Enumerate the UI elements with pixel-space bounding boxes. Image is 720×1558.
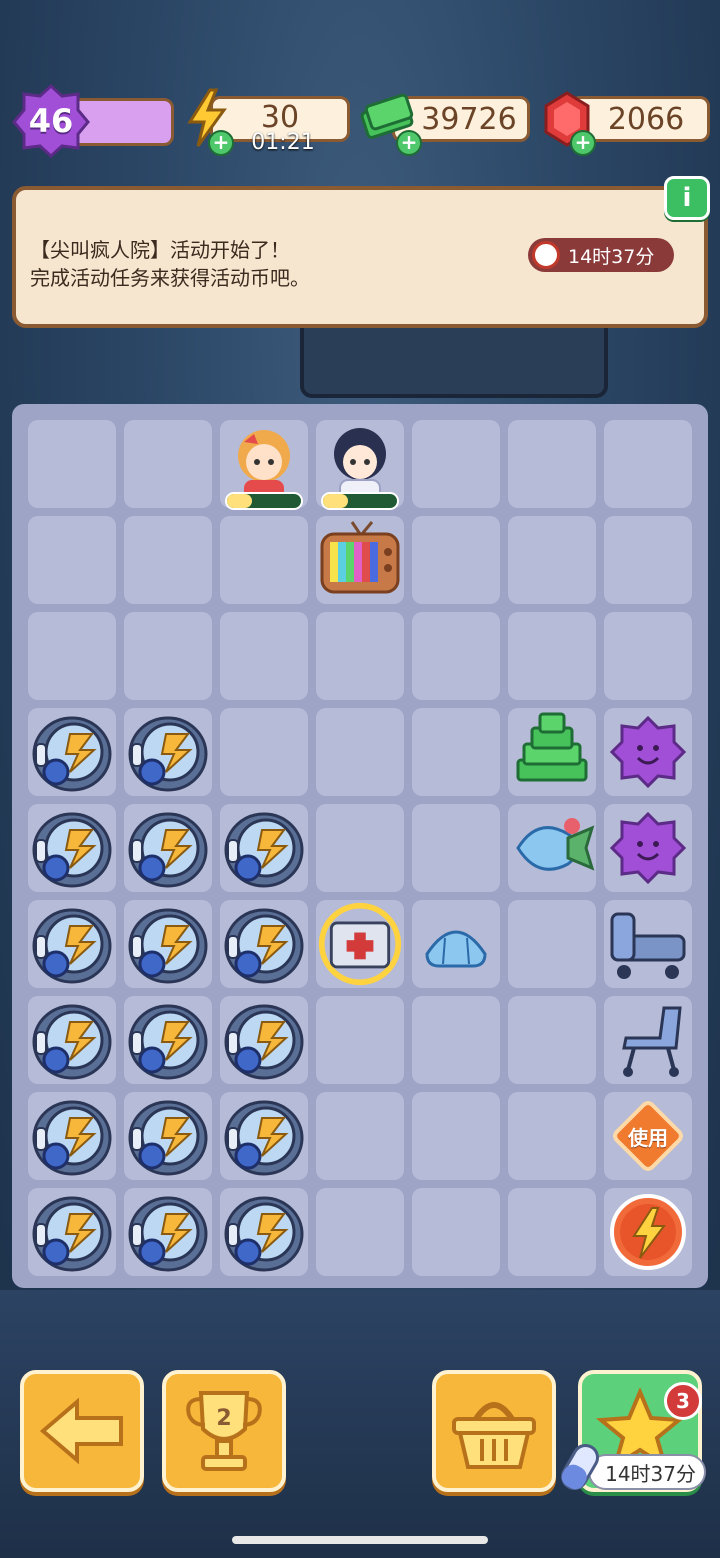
board-cell[interactable] <box>412 1092 500 1180</box>
energy-generator-icon[interactable] <box>124 900 212 988</box>
board-cell[interactable] <box>220 612 308 700</box>
trophy-icon <box>186 1391 262 1471</box>
bottom-timer-text: 14时37分 <box>605 1461 696 1486</box>
energy-generator-icon[interactable] <box>28 900 116 988</box>
character-progress-bar <box>225 492 303 510</box>
purple-star-icon[interactable] <box>604 804 692 892</box>
character-progress-bar <box>321 492 399 510</box>
board-cell[interactable] <box>604 516 692 604</box>
energy-generator-icon[interactable] <box>28 996 116 1084</box>
board-cell[interactable] <box>412 708 500 796</box>
board-cell[interactable] <box>28 420 116 508</box>
board-cell[interactable] <box>508 996 596 1084</box>
board-cell[interactable] <box>508 420 596 508</box>
back-arrow-icon <box>39 1397 123 1465</box>
board-cell[interactable] <box>220 708 308 796</box>
board-cell[interactable] <box>124 612 212 700</box>
cash-value: 39726 <box>421 101 517 137</box>
hospital-bed-icon[interactable] <box>604 900 692 988</box>
board-cell[interactable] <box>28 516 116 604</box>
add-energy-button[interactable]: + <box>208 130 234 156</box>
board-cell[interactable] <box>124 420 212 508</box>
tv-icon[interactable] <box>316 516 404 604</box>
board-cell[interactable] <box>508 612 596 700</box>
add-gems-button[interactable]: + <box>570 130 596 156</box>
board-cell[interactable] <box>316 996 404 1084</box>
purple-star-icon[interactable] <box>604 708 692 796</box>
energy-generator-icon[interactable] <box>124 708 212 796</box>
fish-icon[interactable] <box>508 804 596 892</box>
pill-capsule-icon <box>561 1443 599 1491</box>
merge-board: 使用 <box>12 404 708 1288</box>
board-cell[interactable] <box>412 420 500 508</box>
board-cell[interactable] <box>508 1188 596 1276</box>
use-token-label: 使用 <box>628 1125 668 1150</box>
energy-generator-icon[interactable] <box>28 708 116 796</box>
board-cell[interactable] <box>316 612 404 700</box>
event-banner-title: 【尖叫疯人院】活动开始了！ <box>30 238 290 262</box>
wheelchair-icon[interactable] <box>604 996 692 1084</box>
energy-generator-icon[interactable] <box>124 996 212 1084</box>
energy-generator-icon[interactable] <box>220 804 308 892</box>
add-cash-button[interactable]: + <box>396 130 422 156</box>
energy-generator-icon[interactable] <box>124 804 212 892</box>
energy-orb-icon[interactable] <box>604 1188 692 1276</box>
info-button[interactable]: i <box>664 176 710 220</box>
board-cell[interactable] <box>124 516 212 604</box>
back-button[interactable] <box>20 1370 144 1492</box>
board-cell[interactable] <box>412 804 500 892</box>
board-cell[interactable] <box>604 420 692 508</box>
energy-generator-icon[interactable] <box>124 1188 212 1276</box>
event-timer-text: 14时37分 <box>568 245 655 268</box>
trophy-number: 2 <box>216 1406 232 1431</box>
energy-timer: 01:21 <box>251 130 315 155</box>
shell-icon[interactable] <box>412 900 500 988</box>
use-token-icon[interactable]: 使用 <box>604 1092 692 1180</box>
board-cell[interactable] <box>220 516 308 604</box>
energy-generator-icon[interactable] <box>124 1092 212 1180</box>
basket-icon <box>452 1402 536 1469</box>
energy-generator-icon[interactable] <box>28 804 116 892</box>
board-cell[interactable] <box>28 612 116 700</box>
board-cell[interactable] <box>412 612 500 700</box>
event-timer-pill: 14时37分 <box>528 238 674 272</box>
board-cell[interactable] <box>604 612 692 700</box>
event-banner-description: 完成活动任务来获得活动币吧。 <box>30 266 310 290</box>
board-cell[interactable] <box>412 516 500 604</box>
character-progress-fill <box>323 494 349 508</box>
medical-box-icon[interactable] <box>316 900 404 988</box>
cash-stack-icon[interactable] <box>508 708 596 796</box>
shop-basket-button[interactable] <box>432 1370 556 1492</box>
level-number: 46 <box>28 102 74 140</box>
home-indicator[interactable] <box>232 1536 488 1544</box>
board-cell[interactable] <box>316 708 404 796</box>
trophy-button[interactable] <box>162 1370 286 1492</box>
energy-generator-icon[interactable] <box>220 1188 308 1276</box>
notification-badge: 3 <box>664 1382 702 1420</box>
board-cell[interactable] <box>508 1092 596 1180</box>
energy-generator-icon[interactable] <box>220 996 308 1084</box>
character-progress-fill <box>227 494 253 508</box>
board-cell[interactable] <box>316 1092 404 1180</box>
energy-generator-icon[interactable] <box>220 900 308 988</box>
board-cell[interactable] <box>508 516 596 604</box>
board-cell[interactable] <box>412 1188 500 1276</box>
event-banner: 【尖叫疯人院】活动开始了！ 完成活动任务来获得活动币吧。 14时37分 <box>12 186 708 328</box>
energy-generator-icon[interactable] <box>28 1188 116 1276</box>
board-cell[interactable] <box>508 900 596 988</box>
energy-generator-icon[interactable] <box>28 1092 116 1180</box>
board-cell[interactable] <box>316 1188 404 1276</box>
gem-value: 2066 <box>607 101 685 137</box>
clock-icon <box>532 241 560 269</box>
board-cell[interactable] <box>316 804 404 892</box>
energy-generator-icon[interactable] <box>220 1092 308 1180</box>
board-cell[interactable] <box>412 996 500 1084</box>
